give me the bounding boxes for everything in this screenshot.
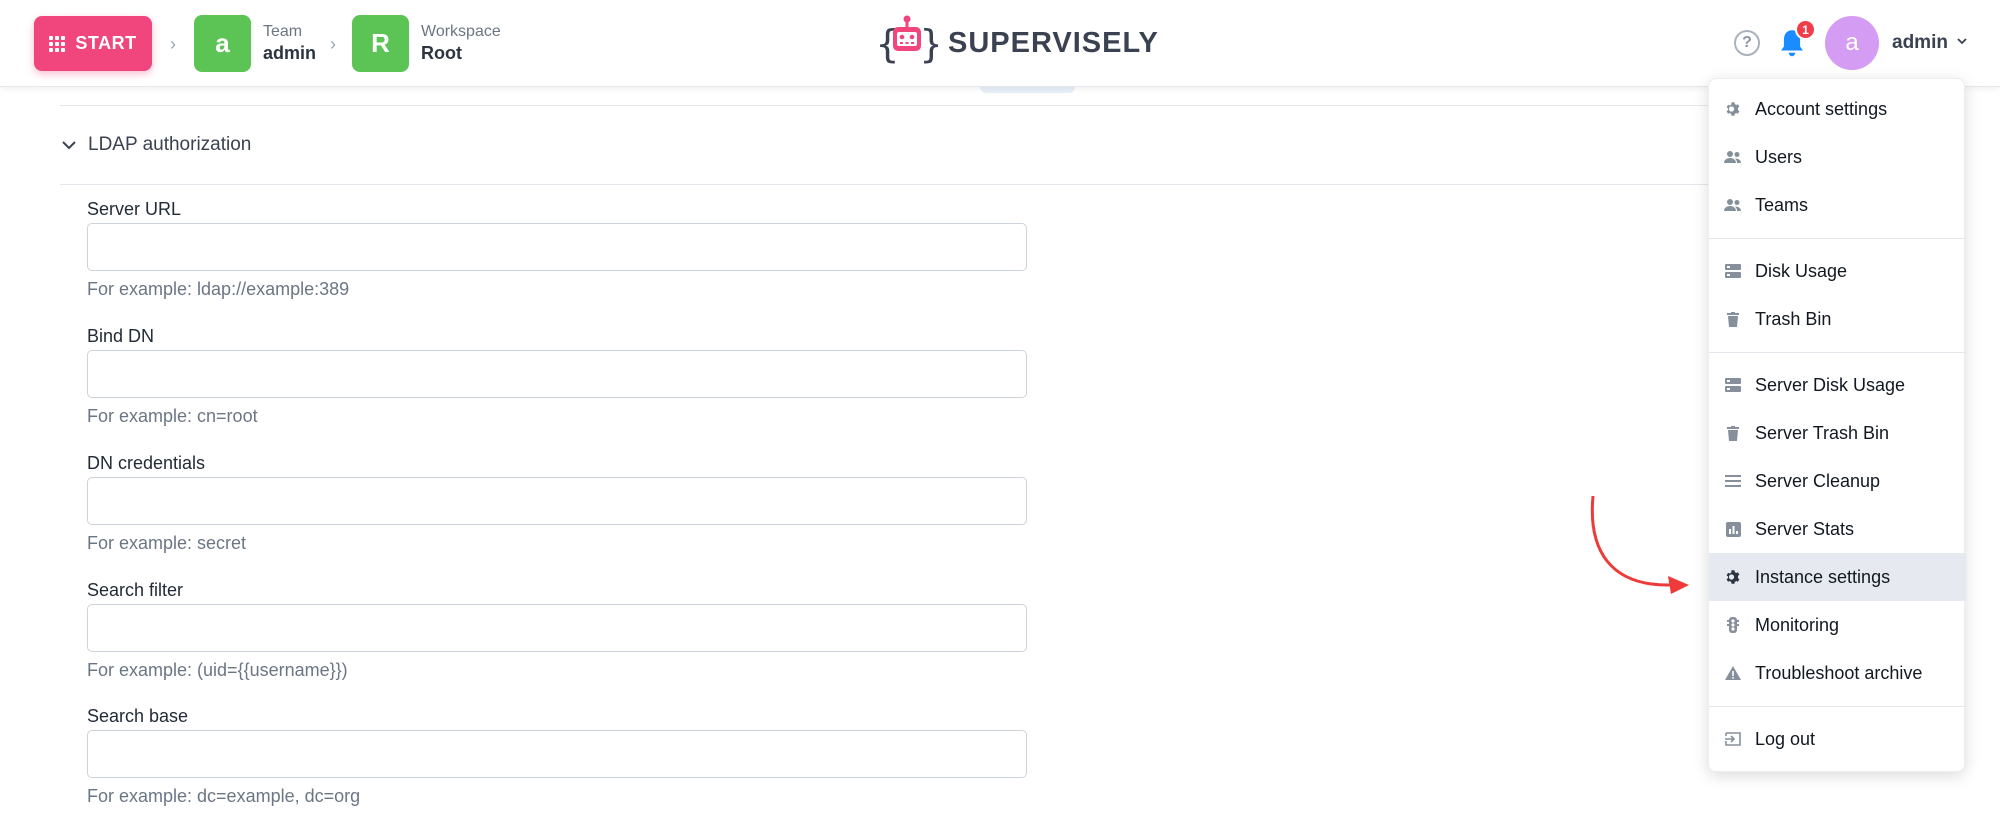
menu-item-disk-usage[interactable]: Disk Usage [1709, 247, 1966, 295]
menu-item-troubleshoot-archive[interactable]: Troubleshoot archive [1709, 649, 1966, 697]
menu-item-monitoring[interactable]: Monitoring [1709, 601, 1966, 649]
robot-logo-icon: { } [876, 15, 938, 66]
start-label: START [75, 33, 137, 53]
breadcrumb-workspace[interactable]: R Workspace Root [352, 15, 501, 72]
menu-item-label: Trash Bin [1755, 308, 1832, 329]
logout-icon [1723, 729, 1743, 749]
users-icon [1723, 147, 1743, 167]
user-name[interactable]: admin [1892, 32, 1948, 54]
menu-item-label: Users [1755, 146, 1803, 167]
menu-divider [1709, 352, 1966, 353]
chevron-right-icon: › [170, 34, 176, 54]
menu-item-instance-settings[interactable]: Instance settings [1709, 553, 1966, 601]
apps-grid-icon [49, 35, 66, 52]
workspace-name: Root [421, 43, 462, 63]
menu-item-server-cleanup[interactable]: Server Cleanup [1709, 457, 1966, 505]
help-icon[interactable]: ? [1734, 30, 1760, 56]
user-dropdown-menu: Account settings Users Teams Disk Usage … [1708, 78, 1966, 772]
chevron-down-icon [62, 141, 76, 150]
breadcrumb-team[interactable]: a Team admin [194, 15, 316, 72]
menu-divider [1709, 238, 1966, 239]
menu-item-label: Server Trash Bin [1755, 422, 1890, 443]
chevron-right-icon: › [330, 34, 336, 54]
bind-dn-field: Bind DN For example: cn=root [87, 326, 1027, 427]
stats-icon [1723, 519, 1743, 539]
menu-item-account-settings[interactable]: Account settings [1709, 85, 1966, 133]
storage-icon [1723, 261, 1743, 281]
menu-item-server-disk-usage[interactable]: Server Disk Usage [1709, 361, 1966, 409]
field-label: Search base [87, 706, 189, 726]
menu-item-label: Teams [1755, 194, 1809, 215]
gear-icon [1723, 567, 1743, 587]
menu-item-trash-bin[interactable]: Trash Bin [1709, 295, 1966, 343]
field-hint: For example: ldap://example:389 [87, 279, 350, 299]
menu-item-label: Log out [1755, 728, 1816, 749]
trash-icon [1723, 423, 1743, 443]
menu-item-label: Disk Usage [1755, 260, 1848, 281]
server-url-field: Server URL For example: ldap://example:3… [87, 199, 1027, 300]
team-label: Team [263, 23, 303, 40]
menu-item-server-trash-bin[interactable]: Server Trash Bin [1709, 409, 1966, 457]
workspace-label: Workspace [421, 23, 501, 40]
user-avatar[interactable]: a [1825, 16, 1879, 70]
divider [60, 105, 1710, 106]
scroll-tab-indicator [980, 87, 1075, 93]
field-hint: For example: cn=root [87, 406, 258, 426]
warning-icon [1723, 663, 1743, 683]
trash-icon [1723, 309, 1743, 329]
search-filter-field: Search filter For example: (uid={{userna… [87, 580, 1027, 681]
annotation-arrow [1590, 495, 1689, 594]
menu-item-label: Server Stats [1755, 518, 1855, 539]
menu-item-users[interactable]: Users [1709, 133, 1966, 181]
menu-divider [1709, 706, 1966, 707]
start-button[interactable]: START [34, 16, 152, 71]
dn-credentials-input[interactable] [87, 477, 1027, 525]
team-avatar: a [194, 15, 251, 72]
menu-item-log-out[interactable]: Log out [1709, 715, 1966, 763]
monitoring-icon [1723, 615, 1743, 635]
field-label: Bind DN [87, 326, 155, 346]
menu-item-label: Monitoring [1755, 614, 1840, 635]
dn-credentials-field: DN credentials For example: secret [87, 453, 1027, 554]
field-label: DN credentials [87, 453, 206, 473]
chevron-down-icon[interactable] [1955, 34, 1969, 48]
gear-icon [1723, 99, 1743, 119]
menu-item-teams[interactable]: Teams [1709, 181, 1966, 229]
search-base-input[interactable] [87, 730, 1027, 778]
team-name: admin [263, 43, 317, 63]
top-header: START › a Team admin › R Workspace Root … [0, 0, 2000, 87]
field-hint: For example: secret [87, 533, 247, 553]
svg-text:}: } [920, 22, 938, 66]
list-icon [1723, 471, 1743, 491]
server-url-input[interactable] [87, 223, 1027, 271]
field-hint: For example: dc=example, dc=org [87, 786, 361, 806]
field-label: Search filter [87, 580, 184, 600]
teams-icon [1723, 195, 1743, 215]
ldap-section-toggle[interactable]: LDAP authorization [60, 134, 251, 156]
menu-item-label: Account settings [1755, 98, 1888, 119]
notification-badge: 1 [1795, 19, 1816, 40]
supervisely-logo[interactable]: { } SUPERVISELY [876, 13, 1159, 73]
section-title: LDAP authorization [88, 134, 252, 155]
menu-item-label: Instance settings [1755, 566, 1891, 587]
workspace-avatar: R [352, 15, 409, 72]
field-hint: For example: (uid={{username}}) [87, 660, 348, 680]
logo-text: SUPERVISELY [948, 26, 1159, 59]
search-base-field: Search base For example: dc=example, dc=… [87, 706, 1027, 807]
menu-item-label: Server Cleanup [1755, 470, 1881, 491]
bind-dn-input[interactable] [87, 350, 1027, 398]
search-filter-input[interactable] [87, 604, 1027, 652]
menu-item-label: Troubleshoot archive [1755, 662, 1923, 683]
menu-item-label: Server Disk Usage [1755, 374, 1906, 395]
menu-item-server-stats[interactable]: Server Stats [1709, 505, 1966, 553]
field-label: Server URL [87, 199, 182, 219]
divider [60, 184, 1710, 185]
storage-icon [1723, 375, 1743, 395]
